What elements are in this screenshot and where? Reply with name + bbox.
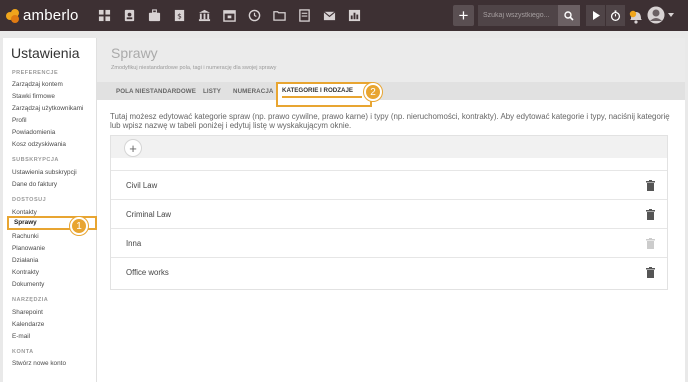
search-icon <box>564 10 574 21</box>
sidebar-item-manage-users[interactable]: Zarządzaj użytkownikami <box>12 105 83 112</box>
section-heading-accounts: KONTA <box>12 349 34 355</box>
sidebar-item-billing-details[interactable]: Dane do faktury <box>12 181 57 188</box>
play-icon <box>592 11 600 20</box>
sidebar-item-contacts[interactable]: Kontakty <box>12 209 37 216</box>
tab-categories-and-types[interactable]: KATEGORIE I RODZAJE <box>276 82 372 107</box>
settings-sidebar: Ustawienia PREFERENCJE Zarządzaj kontem … <box>3 38 97 382</box>
active-tab-indicator <box>282 96 362 98</box>
sidebar-item-calendars[interactable]: Kalendarze <box>12 321 44 328</box>
main-nav: $ <box>92 0 367 31</box>
briefcase-icon[interactable] <box>142 0 167 31</box>
quick-add-button[interactable]: + <box>453 5 474 26</box>
notifications-bell-icon[interactable] <box>628 7 644 25</box>
add-category-button[interactable]: + <box>124 139 142 157</box>
document-icon[interactable] <box>292 0 317 31</box>
trash-icon[interactable] <box>646 267 655 278</box>
trash-icon[interactable] <box>646 180 655 191</box>
tab-custom-fields[interactable]: POLA NIESTANDARDOWE <box>116 88 196 95</box>
user-avatar[interactable] <box>647 5 665 25</box>
step-badge-1: 1 <box>70 217 88 235</box>
tabs-bar: POLA NIESTANDARDOWE LISTY NUMERACJA <box>97 82 685 100</box>
page-header: Sprawy Zmodyfikuj niestandardowe pola, t… <box>97 38 685 82</box>
reports-icon[interactable] <box>342 0 367 31</box>
category-name[interactable]: Criminal Law <box>126 210 171 219</box>
sidebar-item-documents[interactable]: Dokumenty <box>12 281 44 288</box>
add-row: + <box>111 136 667 158</box>
dashboard-icon[interactable] <box>92 0 117 31</box>
sidebar-item-create-account[interactable]: Stwórz nowe konto <box>12 360 66 367</box>
brand-name: amberlo <box>23 7 79 24</box>
sidebar-title: Ustawienia <box>11 45 80 61</box>
tab-numbering[interactable]: NUMERACJA <box>233 88 273 95</box>
stopwatch-icon <box>610 10 621 21</box>
categories-table: + Civil Law Criminal Law Inna Office wor… <box>110 135 668 290</box>
section-heading-customize: DOSTOSUJ <box>12 197 47 203</box>
category-name[interactable]: Inna <box>126 239 141 248</box>
sidebar-item-company-rates[interactable]: Stawki firmowe <box>12 93 55 100</box>
sidebar-item-planning[interactable]: Planowanie <box>12 245 45 252</box>
sidebar-item-recycle-bin[interactable]: Kosz odzyskiwania <box>12 141 66 148</box>
table-row[interactable]: Office works <box>111 257 667 287</box>
stopwatch-button[interactable] <box>606 5 625 26</box>
start-timer-button[interactable] <box>586 5 605 26</box>
trash-disabled-icon <box>646 238 655 249</box>
user-menu-caret-icon[interactable] <box>668 13 674 17</box>
bank-icon[interactable] <box>192 0 217 31</box>
main-panel: Sprawy Zmodyfikuj niestandardowe pola, t… <box>97 38 685 382</box>
sidebar-item-matters-label: Sprawy <box>14 219 37 226</box>
logo[interactable]: amberlo <box>6 7 88 24</box>
table-row[interactable]: Civil Law <box>111 170 667 200</box>
calendar-icon[interactable] <box>217 0 242 31</box>
svg-text:$: $ <box>177 11 182 20</box>
sidebar-item-notifications[interactable]: Powiadomienia <box>12 129 55 136</box>
category-name[interactable]: Office works <box>126 268 169 277</box>
table-row[interactable]: Inna <box>111 228 667 258</box>
sidebar-item-sharepoint[interactable]: Sharepoint <box>12 309 43 316</box>
mail-icon[interactable] <box>317 0 342 31</box>
sidebar-item-profile[interactable]: Profil <box>12 117 27 124</box>
sidebar-item-email[interactable]: E-mail <box>12 333 30 340</box>
sidebar-item-bills[interactable]: Rachunki <box>12 233 39 240</box>
search-input[interactable] <box>478 5 558 26</box>
top-bar: amberlo $ + <box>0 0 688 31</box>
sidebar-item-subscription-settings[interactable]: Ustawienia subskrypcji <box>12 169 77 176</box>
search-button[interactable] <box>558 5 580 26</box>
categories-description: Tutaj możesz edytować kategorie spraw (n… <box>110 112 670 130</box>
tab-lists[interactable]: LISTY <box>203 88 221 95</box>
section-heading-subscription: SUBSKRYPCJA <box>12 157 59 163</box>
sidebar-item-contracts[interactable]: Kontrakty <box>12 269 39 276</box>
trash-icon[interactable] <box>646 209 655 220</box>
tab-categories-label: KATEGORIE I RODZAJE <box>282 87 354 94</box>
section-heading-preferences: PREFERENCJE <box>12 70 59 76</box>
section-heading-tools: NARZĘDZIA <box>12 297 49 303</box>
category-name[interactable]: Civil Law <box>126 181 157 190</box>
logo-icon <box>6 8 20 23</box>
page-title: Sprawy <box>111 45 158 61</box>
table-row[interactable]: Criminal Law <box>111 199 667 229</box>
history-icon[interactable] <box>242 0 267 31</box>
sidebar-item-manage-account[interactable]: Zarządzaj kontem <box>12 81 63 88</box>
page-subtitle: Zmodyfikuj niestandardowe pola, tagi i n… <box>111 65 277 71</box>
folder-icon[interactable] <box>267 0 292 31</box>
contacts-icon[interactable] <box>117 0 142 31</box>
invoice-icon[interactable]: $ <box>167 0 192 31</box>
sidebar-item-activities[interactable]: Działania <box>12 257 38 264</box>
step-badge-2: 2 <box>364 83 382 101</box>
